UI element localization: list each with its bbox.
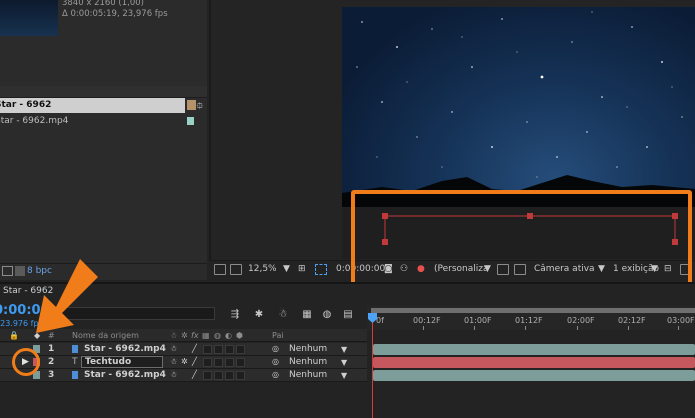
layer-number: 3 xyxy=(48,370,55,380)
project-panel xyxy=(0,0,207,280)
quality-switch-icon[interactable]: ╱ xyxy=(192,357,197,366)
footage-thumbnail xyxy=(0,0,58,36)
quality-switch-icon[interactable]: ╱ xyxy=(192,370,197,379)
graph-editor-icon[interactable]: ▤ xyxy=(341,309,355,320)
layer-name[interactable]: Star - 6962.mp4 xyxy=(84,344,166,354)
collapse-column-icon: ✲ xyxy=(181,331,188,340)
project-info-resolution: 3840 x 2160 (1,00) xyxy=(62,0,144,8)
ruler-tick: 01:12F xyxy=(515,316,543,325)
parent-column-header: Pai xyxy=(272,331,284,340)
layer-name[interactable]: Techtudo xyxy=(85,357,131,367)
parent-dropdown-arrow[interactable]: ▼ xyxy=(341,371,347,380)
work-area-bar[interactable] xyxy=(371,308,695,313)
frame-blend-switch[interactable] xyxy=(214,371,223,380)
project-item-comp-label: Star - 6962 xyxy=(0,100,52,110)
highlight-annotation xyxy=(351,190,692,287)
motion-blur-column-icon: ◍ xyxy=(214,331,221,340)
parent-dropdown[interactable]: Nenhum xyxy=(289,370,327,380)
parent-dropdown[interactable]: Nenhum xyxy=(289,357,327,367)
draft-3d-icon[interactable]: ✱ xyxy=(252,309,266,320)
effects-switch[interactable] xyxy=(203,358,212,367)
grid-icon[interactable]: ⊞ xyxy=(298,264,306,274)
pick-whip-icon[interactable]: ◎ xyxy=(272,344,279,353)
comp-mini-flowchart-icon[interactable]: ⇶ xyxy=(228,309,242,320)
shy-column-icon: ☃ xyxy=(170,331,178,340)
transparency-grid-icon[interactable] xyxy=(315,264,327,275)
project-list-header xyxy=(0,86,207,98)
label-color-tag[interactable] xyxy=(187,117,194,125)
pick-whip-icon[interactable]: ◎ xyxy=(272,370,279,379)
ruler-tick: 0f xyxy=(376,316,384,325)
project-info-duration: Δ 0:00:05:19, 23,976 fps xyxy=(62,9,168,19)
magnification-icon[interactable] xyxy=(214,264,226,275)
layer-number: 2 xyxy=(48,357,55,367)
project-item-footage-label: Star - 6962.mp4 xyxy=(0,116,69,126)
motion-blur-switch[interactable] xyxy=(225,358,234,367)
frame-blending-icon[interactable]: ▦ xyxy=(300,309,314,320)
3d-layer-switch[interactable] xyxy=(236,371,245,380)
zoom-dropdown-arrow[interactable]: ▼ xyxy=(283,264,290,274)
layer-name[interactable]: Star - 6962.mp4 xyxy=(84,370,166,380)
label-color-tag[interactable] xyxy=(187,100,196,110)
layer-duration-bar[interactable] xyxy=(373,344,695,355)
frame-blend-switch[interactable] xyxy=(214,358,223,367)
frame-blend-switch[interactable] xyxy=(214,345,223,354)
ruler-tick: 02:00F xyxy=(567,316,595,325)
footage-file-icon xyxy=(72,371,78,379)
layer-duration-bar[interactable] xyxy=(373,370,695,381)
footage-file-icon xyxy=(72,345,78,353)
ruler-tick-mark xyxy=(678,326,679,330)
playhead-line[interactable] xyxy=(372,314,373,418)
flowchart-icon[interactable]: ⯐ xyxy=(196,99,206,112)
pick-whip-icon[interactable]: ◎ xyxy=(272,357,279,366)
shy-layers-icon[interactable]: ☃ xyxy=(276,309,290,320)
shy-switch-icon[interactable]: ☃ xyxy=(170,370,177,379)
ruler-tick-mark xyxy=(577,326,578,330)
effects-switch[interactable] xyxy=(203,371,212,380)
parent-dropdown[interactable]: Nenhum xyxy=(289,344,327,354)
3d-column-icon: ⬢ xyxy=(236,331,243,340)
orange-circle-annotation xyxy=(12,348,40,376)
monitor-icon[interactable] xyxy=(230,264,242,275)
zoom-dropdown[interactable]: 12,5% xyxy=(248,264,277,274)
adjustment-column-icon: ◐ xyxy=(225,331,232,340)
layer-duration-bar[interactable] xyxy=(373,357,695,368)
parent-dropdown-arrow[interactable]: ▼ xyxy=(341,345,347,354)
motion-blur-switch[interactable] xyxy=(225,371,234,380)
shy-switch-icon[interactable]: ☃ xyxy=(170,344,177,353)
ruler-tick-mark xyxy=(474,326,475,330)
orange-arrow-annotation xyxy=(36,259,98,333)
project-item-footage[interactable]: Star - 6962.mp4 xyxy=(0,114,68,128)
quality-switch-icon[interactable]: ╱ xyxy=(192,344,197,353)
ruler-tick-mark xyxy=(525,326,526,330)
ruler-tick: 03:00F xyxy=(667,316,695,325)
effects-column-icon: fx xyxy=(191,331,199,340)
3d-layer-switch[interactable] xyxy=(236,358,245,367)
lock-column-icon: 🔒 xyxy=(9,331,19,340)
ruler-tick: 00:12F xyxy=(413,316,441,325)
motion-blur-icon[interactable]: ◍ xyxy=(320,309,334,320)
project-info: 3840 x 2160 (1,00) Δ 0:00:05:19, 23,976 … xyxy=(62,0,168,20)
project-item-comp[interactable]: Star - 6962 xyxy=(0,98,185,113)
ruler-tick-mark xyxy=(423,326,424,330)
shy-switch-icon[interactable]: ☃ xyxy=(170,357,177,366)
ruler-tick: 02:12F xyxy=(618,316,646,325)
layer-number: 1 xyxy=(48,344,55,354)
motion-blur-switch[interactable] xyxy=(225,345,234,354)
effects-switch[interactable] xyxy=(203,345,212,354)
frame-blend-column-icon: ▦ xyxy=(202,331,210,340)
interpret-footage-icon[interactable] xyxy=(2,266,13,276)
text-layer-icon: T xyxy=(72,357,78,367)
ruler-tick-mark xyxy=(628,326,629,330)
3d-layer-switch[interactable] xyxy=(236,345,245,354)
parent-dropdown-arrow[interactable]: ▼ xyxy=(341,358,347,367)
ruler-tick: 01:00F xyxy=(464,316,492,325)
collapse-switch-icon[interactable]: ✲ xyxy=(181,357,188,366)
